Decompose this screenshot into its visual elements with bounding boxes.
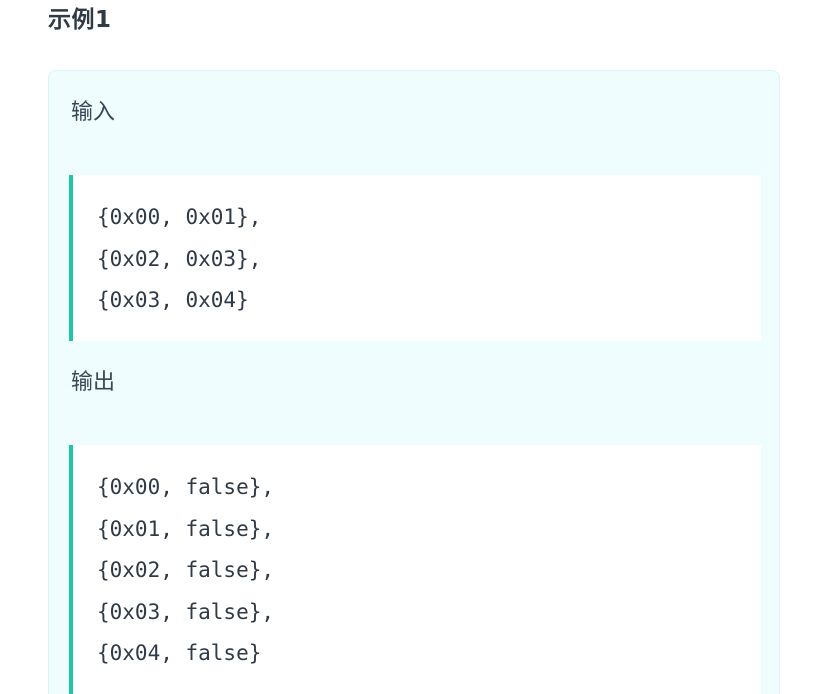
code-line: {0x04, false}	[97, 641, 262, 665]
code-line: {0x00, false},	[97, 475, 275, 499]
code-line: {0x00, 0x01},	[97, 205, 262, 229]
code-line: {0x01, false},	[97, 516, 275, 541]
output-code-block: {0x00, false}, {0x01, false}, {0x02, fal…	[69, 445, 761, 694]
output-label: 输出	[71, 370, 116, 395]
example-title: 示例1	[48, 7, 112, 33]
example-box: 输入 {0x00, 0x01}, {0x02, 0x03}, {0x03, 0x…	[48, 70, 780, 694]
input-code-block: {0x00, 0x01}, {0x02, 0x03}, {0x03, 0x04}	[69, 175, 761, 341]
input-label: 输入	[71, 100, 116, 125]
code-line: {0x02, 0x03},	[97, 246, 262, 271]
code-line: {0x03, 0x04}	[97, 288, 249, 312]
page: 示例1 输入 {0x00, 0x01}, {0x02, 0x03}, {0x03…	[0, 0, 826, 694]
code-line: {0x02, false},	[97, 558, 275, 582]
code-line: {0x03, false},	[97, 599, 275, 624]
